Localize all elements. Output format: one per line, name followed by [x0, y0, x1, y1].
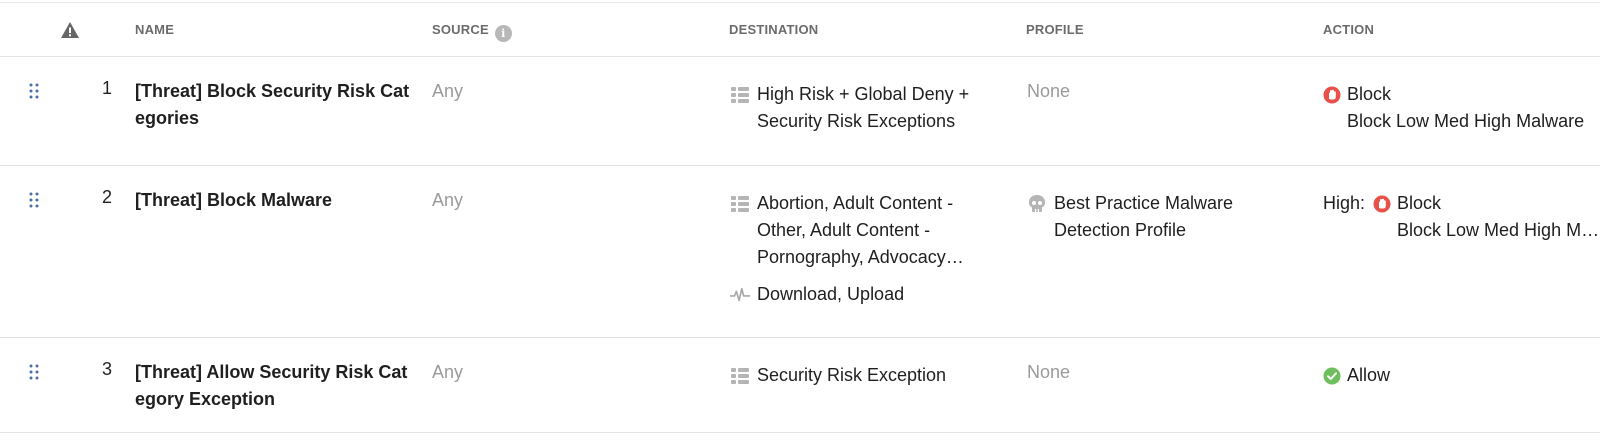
column-header-source-label: SOURCE	[432, 22, 489, 37]
rule-number: 2	[101, 187, 112, 207]
rule-source: Any	[432, 190, 464, 210]
allow-check-icon	[1323, 367, 1341, 385]
rule-destination: Security Risk Exception	[730, 362, 990, 389]
profile-name[interactable]: Best Practice Malware Detection Profile	[1054, 193, 1233, 240]
category-list-icon	[731, 87, 749, 103]
rule-profile: Best Practice Malware Detection Profile	[1027, 190, 1304, 244]
rule-source: Any	[432, 81, 464, 101]
column-header-name[interactable]: NAME	[135, 22, 174, 37]
category-list-icon	[731, 196, 749, 212]
action-label: Block	[1397, 193, 1442, 213]
info-icon[interactable]: i	[494, 25, 512, 42]
destination-categories[interactable]: High Risk + Global Deny + Security Risk …	[757, 84, 969, 131]
drag-handle-icon[interactable]	[28, 363, 40, 381]
table-row[interactable]: 2 [Threat] Block Malware Any Abortion, A…	[0, 166, 1600, 338]
rule-profile: None	[1027, 362, 1071, 382]
rule-number: 3	[101, 359, 112, 379]
action-label: Block	[1347, 84, 1392, 104]
category-list-icon	[731, 368, 749, 384]
block-hand-icon	[1323, 86, 1341, 104]
block-hand-icon	[1373, 195, 1391, 213]
column-header-source[interactable]: SOURCE i	[432, 22, 512, 42]
drag-handle-icon[interactable]	[28, 82, 40, 100]
destination-categories[interactable]: Security Risk Exception	[757, 365, 946, 385]
table-row[interactable]: 3 [Threat] Allow Security Risk Category …	[0, 338, 1600, 433]
rule-destination: Abortion, Adult Content - Other, Adult C…	[730, 190, 990, 308]
rule-number: 1	[101, 78, 112, 98]
column-header-action[interactable]: ACTION	[1323, 22, 1374, 37]
rule-action: Allow	[1323, 362, 1600, 389]
column-header-profile[interactable]: PROFILE	[1026, 22, 1084, 37]
action-severity-prefix: High:	[1323, 193, 1366, 213]
drag-handle-icon[interactable]	[28, 191, 40, 209]
column-header-destination[interactable]: DESTINATION	[729, 22, 818, 37]
table-row[interactable]: 1 [Threat] Block Security Risk Categorie…	[0, 57, 1600, 166]
rule-name[interactable]: [Threat] Allow Security Risk Category Ex…	[135, 359, 413, 413]
activity-pulse-icon	[730, 287, 750, 302]
table-header: NAME SOURCE i DESTINATION PROFILE ACTION	[0, 3, 1600, 57]
rule-name[interactable]: [Threat] Block Security Risk Categories	[135, 78, 413, 132]
rule-profile: None	[1027, 81, 1071, 101]
action-label: Allow	[1347, 365, 1391, 385]
action-detail[interactable]: Block Low Med High Malware	[1347, 108, 1600, 135]
destination-categories[interactable]: Abortion, Adult Content - Other, Adult C…	[757, 190, 990, 271]
warning-triangle-icon	[61, 22, 79, 38]
rule-action: Block Block Low Med High Malware	[1323, 81, 1600, 135]
rule-name[interactable]: [Threat] Block Malware	[135, 187, 413, 214]
rule-source: Any	[432, 362, 464, 382]
destination-activity[interactable]: Download, Upload	[757, 284, 904, 304]
rule-destination: High Risk + Global Deny + Security Risk …	[730, 81, 990, 135]
skull-icon	[1029, 195, 1045, 212]
action-detail[interactable]: Block Low Med High Malware	[1397, 217, 1600, 244]
